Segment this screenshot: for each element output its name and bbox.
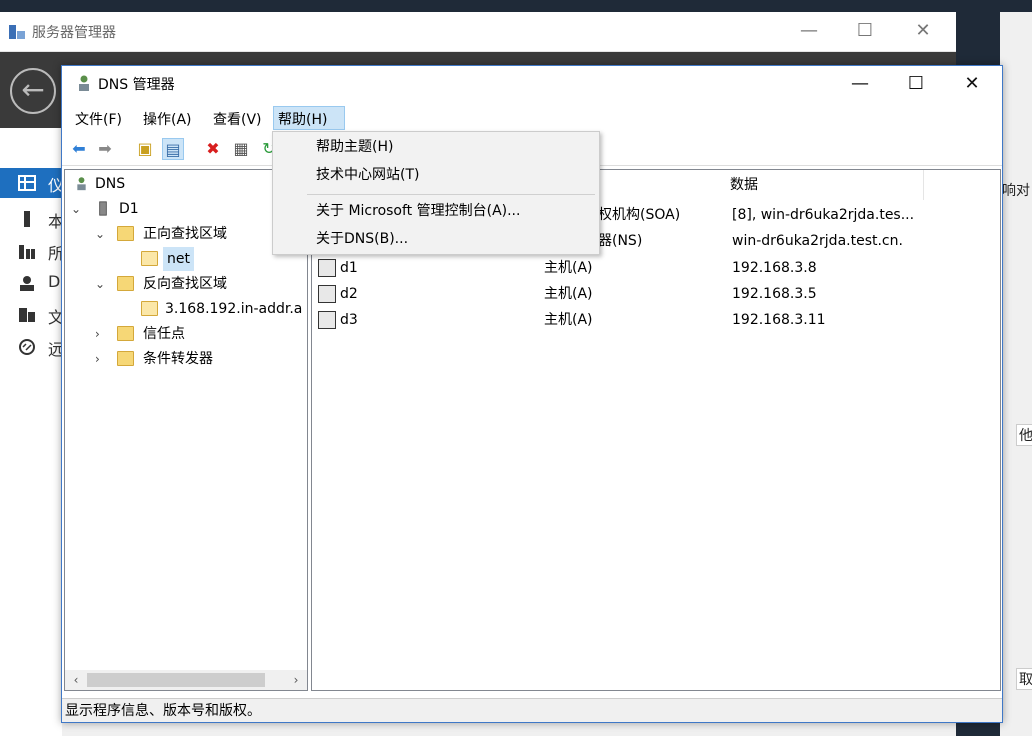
host-record-icon — [318, 285, 336, 303]
server-manager-nav: 仪 本 所 D 文 远 — [0, 128, 64, 736]
nav-item-label: D — [48, 272, 61, 291]
tree-node-label: 条件转发器 — [143, 351, 213, 367]
menu-help[interactable]: 帮助(H) — [273, 106, 345, 130]
zone-icon — [141, 301, 158, 316]
record-name: d1 — [340, 260, 358, 276]
close-icon[interactable]: ✕ — [900, 16, 946, 46]
nav-item-dashboard[interactable]: 仪 — [0, 168, 64, 198]
file-services-icon — [19, 308, 35, 322]
menu-item-about-dns[interactable]: 关于DNS(B)... — [273, 226, 599, 252]
menu-file[interactable]: 文件(F) — [70, 106, 127, 130]
record-type: 器(NS) — [598, 233, 643, 249]
server-manager-app-icon — [9, 25, 25, 39]
up-folder-icon[interactable]: ▣ — [134, 138, 156, 160]
tree-node-label: net — [163, 247, 194, 271]
host-record-icon — [318, 311, 336, 329]
tree-node-label: D1 — [119, 201, 139, 217]
all-servers-icon — [19, 245, 35, 259]
nav-item-remote-access[interactable]: 远 — [0, 332, 64, 362]
record-data: [8], win-dr6uka2rjda.tes... — [732, 207, 915, 223]
record-type: 主机(A) — [544, 312, 593, 328]
minimize-icon[interactable]: — — [832, 68, 888, 100]
table-row[interactable]: d1 主机(A) 192.168.3.8 — [312, 255, 1000, 281]
record-type: 主机(A) — [544, 260, 593, 276]
maximize-icon[interactable]: ☐ — [888, 68, 944, 100]
record-data: win-dr6uka2rjda.test.cn. — [732, 233, 903, 249]
nav-item-file-services[interactable]: 文 — [0, 300, 64, 330]
dns-app-icon — [79, 75, 89, 91]
tree-node-label: 反向查找区域 — [143, 276, 227, 292]
close-icon[interactable]: ✕ — [944, 68, 1000, 100]
minimize-icon[interactable]: — — [786, 16, 832, 46]
chevron-down-icon[interactable]: ⌄ — [95, 222, 109, 246]
menu-item-about-mmc[interactable]: 关于 Microsoft 管理控制台(A)... — [273, 198, 599, 224]
chevron-down-icon[interactable]: ⌄ — [71, 197, 85, 221]
maximize-icon[interactable]: ☐ — [842, 16, 888, 46]
server-icon — [99, 201, 107, 216]
tree-node-label: 信任点 — [143, 326, 185, 342]
record-data: 192.168.3.5 — [732, 286, 817, 302]
chevron-right-icon[interactable]: › — [95, 322, 109, 346]
remote-access-icon — [19, 339, 35, 355]
local-server-icon — [24, 211, 30, 227]
nav-item-dns[interactable]: D — [0, 268, 62, 298]
tree-node-label: 3.168.192.in-addr.a — [165, 301, 303, 317]
tree-node-label: 正向查找区域 — [143, 226, 227, 242]
show-hide-tree-icon[interactable]: ▤ — [162, 138, 184, 160]
column-header-data[interactable]: 数据 — [722, 170, 924, 200]
server-manager-title: 服务器管理器 — [32, 25, 116, 41]
help-dropdown-menu: 帮助主题(H) 技术中心网站(T) 关于 Microsoft 管理控制台(A).… — [272, 131, 600, 255]
scrollbar-thumb[interactable] — [87, 673, 265, 687]
table-row[interactable]: d2 主机(A) 192.168.3.5 — [312, 281, 1000, 307]
nav-item-local-server[interactable]: 本 — [0, 204, 64, 234]
delete-icon[interactable]: ✖ — [202, 138, 224, 160]
record-name: d3 — [340, 312, 358, 328]
forward-icon[interactable]: ➡ — [94, 138, 116, 160]
menu-action[interactable]: 操作(A) — [138, 106, 197, 130]
menu-bar: 文件(F) 操作(A) 查看(V) 帮助(H) — [62, 104, 1002, 132]
table-row[interactable]: d3 主机(A) 192.168.3.11 — [312, 307, 1000, 333]
folder-icon — [117, 226, 134, 241]
menu-item-technet[interactable]: 技术中心网站(T) — [273, 162, 599, 188]
back-icon[interactable]: ⬅ — [68, 138, 90, 160]
dns-window-title: DNS 管理器 — [98, 77, 175, 93]
folder-icon — [117, 276, 134, 291]
record-data: 192.168.3.11 — [732, 312, 826, 328]
server-manager-titlebar: 服务器管理器 — ☐ ✕ — [0, 12, 956, 52]
folder-icon — [117, 351, 134, 366]
tree-node-label: DNS — [95, 176, 126, 192]
folder-icon — [117, 326, 134, 341]
menu-view[interactable]: 查看(V) — [208, 106, 267, 130]
record-data: 192.168.3.8 — [732, 260, 817, 276]
record-type: 主机(A) — [544, 286, 593, 302]
status-bar: 显示程序信息、版本号和版权。 — [62, 698, 1002, 722]
dns-role-icon — [20, 276, 34, 291]
host-record-icon — [318, 259, 336, 277]
record-name: d2 — [340, 286, 358, 302]
scroll-right-icon[interactable]: › — [287, 671, 305, 689]
chevron-down-icon[interactable]: ⌄ — [95, 272, 109, 296]
menu-separator — [307, 194, 595, 195]
tree-horizontal-scrollbar[interactable]: ‹ › — [65, 670, 307, 690]
background-right-panel: 响对 他 取 — [1000, 12, 1032, 736]
dns-node-icon — [77, 177, 86, 191]
dashboard-icon — [18, 175, 36, 191]
chevron-right-icon[interactable]: › — [95, 347, 109, 371]
scroll-left-icon[interactable]: ‹ — [67, 671, 85, 689]
nav-item-all-servers[interactable]: 所 — [0, 236, 64, 266]
zone-icon — [141, 251, 158, 266]
back-arrow-icon[interactable]: ← — [10, 68, 56, 114]
menu-item-help-topics[interactable]: 帮助主题(H) — [273, 134, 599, 160]
properties-icon[interactable]: ▦ — [230, 138, 252, 160]
background-fragment: 他 — [1016, 424, 1032, 446]
background-fragment: 响对 — [1002, 183, 1030, 199]
record-type: 权机构(SOA) — [598, 207, 681, 223]
dns-titlebar: DNS 管理器 — ☐ ✕ — [62, 66, 1002, 102]
background-fragment: 取 — [1016, 668, 1032, 690]
